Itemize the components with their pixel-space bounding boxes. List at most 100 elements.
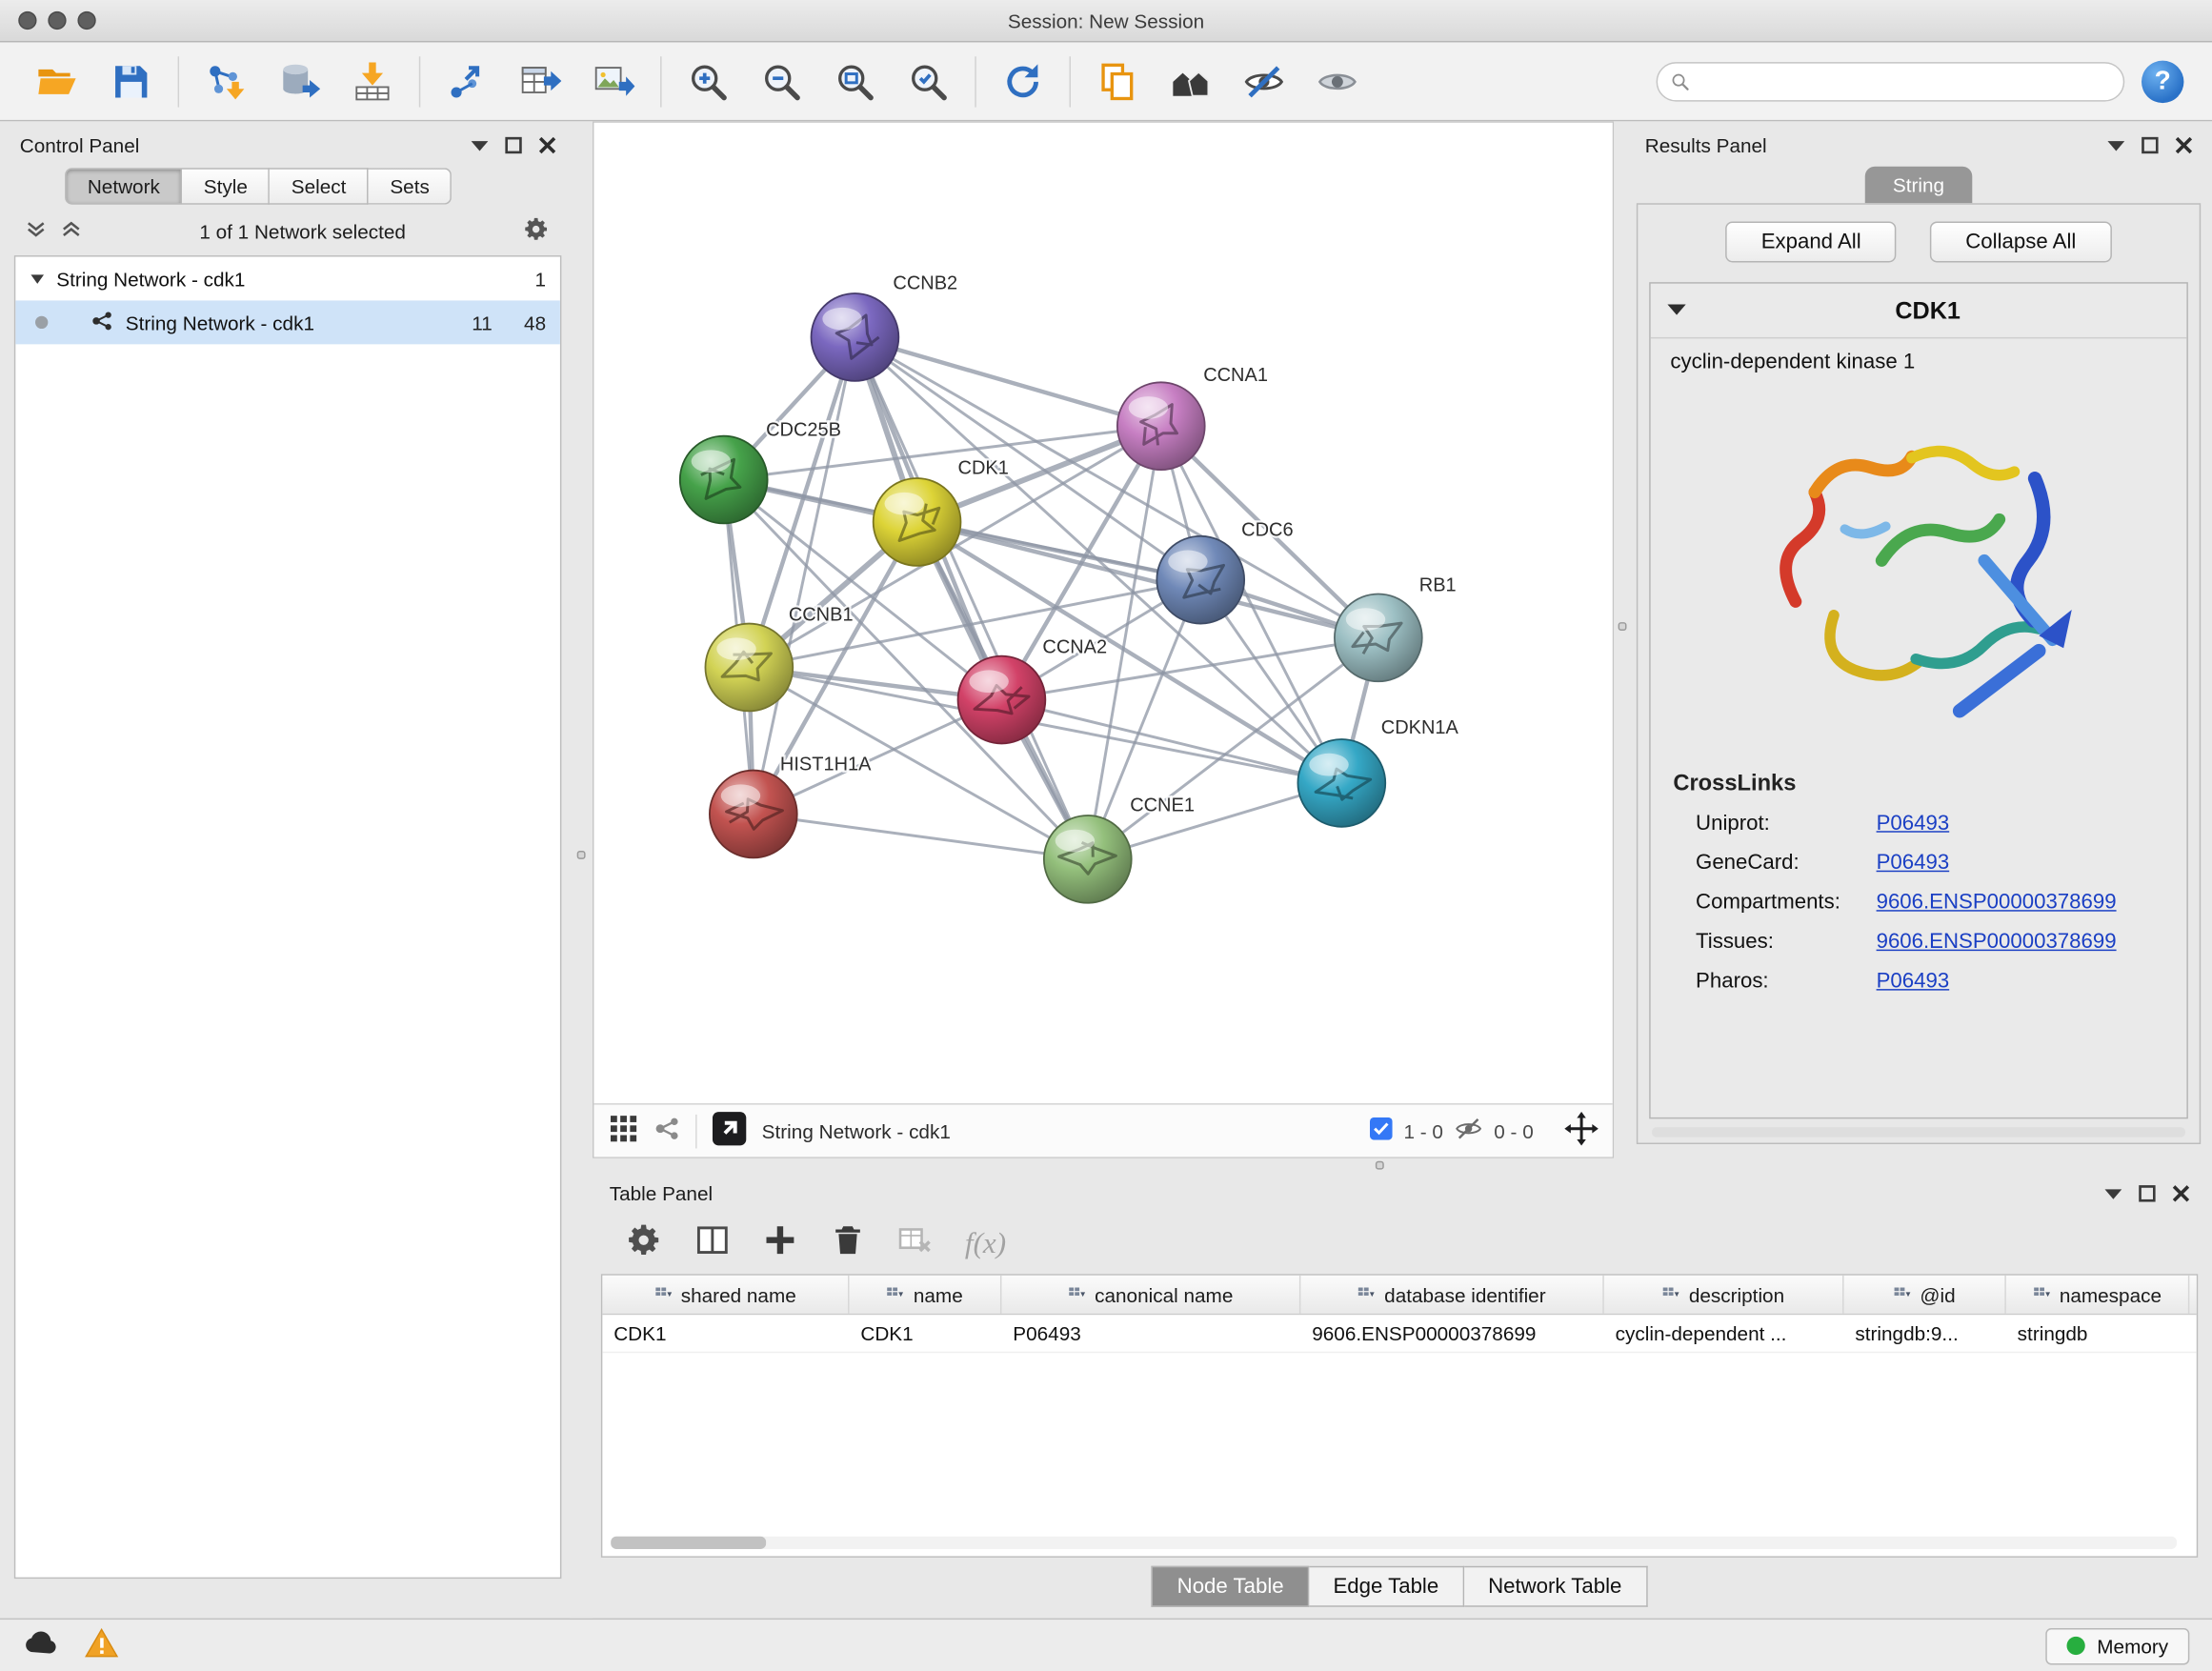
network-canvas[interactable]: CCNB2CCNA1CDC25BCDK1CDC6RB1CCNB1CCNA2CDK… xyxy=(593,123,1612,1103)
network-node-CDC6[interactable]: CDC6 xyxy=(1156,520,1293,624)
network-edge-CCNB2-CCNA1[interactable] xyxy=(855,337,1160,426)
network-row[interactable]: String Network - cdk1 11 48 xyxy=(15,300,560,344)
expand-all-networks-icon[interactable] xyxy=(26,219,47,245)
column-header[interactable]: description xyxy=(1604,1276,1844,1314)
column-header[interactable]: canonical name xyxy=(1001,1276,1300,1314)
import-table-button[interactable] xyxy=(340,51,405,111)
node-label-CCNA2: CCNA2 xyxy=(1042,637,1107,658)
results-scrollbar[interactable] xyxy=(1652,1127,2185,1137)
results-panel-menu-icon[interactable] xyxy=(2107,139,2124,151)
delete-column-icon[interactable] xyxy=(830,1221,867,1265)
export-network-button[interactable] xyxy=(434,51,499,111)
birdseye-toggle-button[interactable] xyxy=(711,1110,748,1151)
warning-icon[interactable] xyxy=(85,1627,119,1664)
left-splitter[interactable] xyxy=(570,121,593,1618)
network-edge-CCNA2-CDKN1A[interactable] xyxy=(1001,700,1341,783)
open-session-button[interactable] xyxy=(26,51,90,111)
table-splitter[interactable] xyxy=(593,1158,2212,1173)
pharos-link[interactable]: P06493 xyxy=(1877,969,1950,993)
protein-name: CDK1 xyxy=(1686,297,2170,326)
import-network-file-button[interactable] xyxy=(193,51,258,111)
right-splitter[interactable] xyxy=(1614,121,1631,1158)
network-node-CDKN1A[interactable]: CDKN1A xyxy=(1297,717,1458,827)
table-settings-gear-icon[interactable] xyxy=(627,1221,664,1265)
show-all-button[interactable] xyxy=(1305,51,1370,111)
tab-select[interactable]: Select xyxy=(271,168,370,205)
network-edge-CCNB2-CCNE1[interactable] xyxy=(855,337,1087,859)
scrollbar-thumb[interactable] xyxy=(611,1537,766,1549)
tab-network-table[interactable]: Network Table xyxy=(1464,1566,1647,1607)
memory-button[interactable]: Memory xyxy=(2046,1627,2189,1664)
genecard-link[interactable]: P06493 xyxy=(1877,851,1950,875)
column-header[interactable]: @id xyxy=(1844,1276,2006,1314)
column-header[interactable]: shared name xyxy=(602,1276,849,1314)
network-edge-CCNB2-HIST1H1A[interactable] xyxy=(754,337,855,815)
share-network-icon[interactable] xyxy=(654,1115,682,1147)
tab-sets[interactable]: Sets xyxy=(369,168,452,205)
table-row[interactable]: CDK1 CDK1 P06493 9606.ENSP00000378699 cy… xyxy=(602,1315,2196,1353)
table-panel-float-icon[interactable] xyxy=(2139,1185,2156,1202)
network-node-HIST1H1A[interactable]: HIST1H1A xyxy=(710,755,872,858)
eye-slash-icon xyxy=(1243,60,1285,102)
column-header[interactable]: namespace xyxy=(2006,1276,2190,1314)
string-results-tab[interactable]: String xyxy=(1864,167,1972,204)
import-network-database-button[interactable] xyxy=(267,51,332,111)
uniprot-link[interactable]: P06493 xyxy=(1877,812,1950,836)
open-folder-icon xyxy=(37,60,79,102)
home-button[interactable] xyxy=(1158,51,1223,111)
results-panel-float-icon[interactable] xyxy=(2142,137,2159,154)
grid-view-icon[interactable] xyxy=(608,1113,639,1148)
column-header[interactable]: database identifier xyxy=(1300,1276,1603,1314)
splitter-handle[interactable] xyxy=(1376,1161,1384,1170)
tissues-link[interactable]: 9606.ENSP00000378699 xyxy=(1877,930,2117,954)
column-header[interactable]: name xyxy=(850,1276,1002,1314)
hidden-eye-slash-icon[interactable] xyxy=(1455,1115,1483,1147)
export-image-button[interactable] xyxy=(581,51,646,111)
network-node-CCNA1[interactable]: CCNA1 xyxy=(1117,365,1268,470)
expand-all-button[interactable]: Expand All xyxy=(1726,222,1897,263)
disclosure-triangle-icon[interactable] xyxy=(30,268,45,291)
network-node-CCNB2[interactable]: CCNB2 xyxy=(812,273,958,381)
compartments-link[interactable]: 9606.ENSP00000378699 xyxy=(1877,890,2117,914)
collapse-all-networks-icon[interactable] xyxy=(61,219,82,245)
tab-network[interactable]: Network xyxy=(65,168,182,205)
splitter-handle[interactable] xyxy=(577,851,586,859)
table-panel-menu-icon[interactable] xyxy=(2105,1187,2122,1199)
network-node-RB1[interactable]: RB1 xyxy=(1335,574,1457,681)
zoom-in-button[interactable] xyxy=(675,51,740,111)
network-node-CDK1[interactable]: CDK1 xyxy=(874,458,1009,566)
tab-style[interactable]: Style xyxy=(183,168,271,205)
cloud-icon[interactable] xyxy=(23,1628,60,1663)
zoom-out-button[interactable] xyxy=(749,51,814,111)
results-panel-close-icon[interactable] xyxy=(2176,137,2193,154)
table-panel-close-icon[interactable] xyxy=(2173,1185,2190,1202)
selected-checkbox-icon[interactable] xyxy=(1370,1117,1393,1144)
search-box[interactable] xyxy=(1657,61,2125,100)
show-columns-icon[interactable] xyxy=(694,1221,732,1265)
refresh-view-button[interactable] xyxy=(991,51,1056,111)
hide-selected-button[interactable] xyxy=(1232,51,1297,111)
network-node-CCNB1[interactable]: CCNB1 xyxy=(705,605,853,712)
tab-node-table[interactable]: Node Table xyxy=(1152,1566,1309,1607)
export-table-button[interactable] xyxy=(508,51,573,111)
add-column-icon[interactable] xyxy=(762,1221,799,1265)
table-horizontal-scrollbar[interactable] xyxy=(611,1537,2177,1549)
control-panel-close-icon[interactable] xyxy=(539,137,556,154)
splitter-handle[interactable] xyxy=(1619,622,1627,631)
refresh-icon xyxy=(1001,60,1043,102)
clone-network-button[interactable] xyxy=(1085,51,1150,111)
save-session-button[interactable] xyxy=(99,51,164,111)
search-input[interactable] xyxy=(1699,70,2110,91)
network-edge-HIST1H1A-CCNE1[interactable] xyxy=(754,814,1088,858)
control-panel-float-icon[interactable] xyxy=(505,137,522,154)
help-button[interactable]: ? xyxy=(2142,60,2183,102)
tab-edge-table[interactable]: Edge Table xyxy=(1309,1566,1464,1607)
network-options-gear-icon[interactable] xyxy=(523,216,550,248)
protein-disclosure-icon[interactable] xyxy=(1667,299,1685,325)
pan-move-icon[interactable] xyxy=(1564,1112,1599,1150)
zoom-selected-button[interactable] xyxy=(895,51,960,111)
collapse-all-button[interactable]: Collapse All xyxy=(1930,222,2111,263)
control-panel-menu-icon[interactable] xyxy=(472,139,489,151)
zoom-fit-button[interactable] xyxy=(822,51,887,111)
network-collection-row[interactable]: String Network - cdk1 1 xyxy=(15,257,560,301)
